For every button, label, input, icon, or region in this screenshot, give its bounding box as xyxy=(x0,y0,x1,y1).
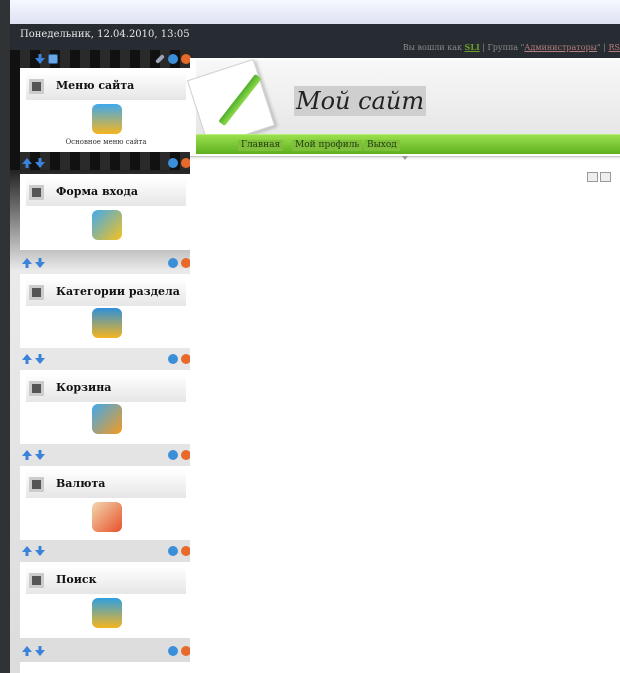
sidebar: Меню сайта Основное меню сайта Форма вхо… xyxy=(10,50,192,673)
move-down-icon[interactable] xyxy=(35,646,45,656)
block-card: Форма входа xyxy=(20,174,192,250)
block-card: Поиск xyxy=(20,562,192,638)
group-separator: | Группа " xyxy=(482,43,525,52)
bullet-icon xyxy=(32,576,41,585)
move-down-icon[interactable] xyxy=(35,450,45,460)
gear-icon[interactable] xyxy=(168,646,178,656)
site-header: Мой сайт xyxy=(186,58,620,148)
block-controls xyxy=(20,52,192,66)
top-bar xyxy=(10,0,620,24)
outer-frame xyxy=(0,0,10,673)
gear-icon[interactable] xyxy=(168,258,178,268)
gear-icon[interactable] xyxy=(168,546,178,556)
key-icon xyxy=(92,210,122,240)
move-down-icon[interactable] xyxy=(35,158,45,168)
move-down-icon[interactable] xyxy=(35,546,45,556)
block-controls xyxy=(20,544,192,558)
bullet-icon xyxy=(32,480,41,489)
gear-icon[interactable] xyxy=(168,450,178,460)
block-caption: Основное меню сайта xyxy=(65,138,147,146)
block-card: Корзина xyxy=(20,370,192,444)
move-down-icon[interactable] xyxy=(35,354,45,364)
print-icon[interactable] xyxy=(587,172,598,182)
bell-icon xyxy=(92,104,122,134)
block-controls xyxy=(20,156,192,170)
main-nav: Главная Мой профиль Выход xyxy=(196,134,620,154)
bullet-icon xyxy=(32,288,41,297)
bullet-icon xyxy=(32,82,41,91)
block-title-bar: Поиск xyxy=(26,566,186,594)
block-title-bar: Валюта xyxy=(26,470,186,498)
nav-logout[interactable]: Выход xyxy=(364,140,400,151)
move-up-icon[interactable] xyxy=(22,354,32,364)
block-card: Меню сайта Основное меню сайта xyxy=(20,68,192,152)
login-info: Вы вошли как SLI | Группа "Администратор… xyxy=(403,42,620,52)
block-title-bar: Категории раздела xyxy=(26,278,186,306)
block-controls xyxy=(20,644,192,658)
block-controls xyxy=(20,256,192,270)
gear-icon[interactable] xyxy=(168,354,178,364)
group-link[interactable]: Администраторы xyxy=(524,43,597,52)
date-text: Понедельник, 12.04.2010, 13:05 xyxy=(20,29,190,40)
move-down-icon[interactable] xyxy=(35,258,45,268)
block-card: Категории раздела xyxy=(20,274,192,348)
bullet-icon xyxy=(32,188,41,197)
block-title-bar: Корзина xyxy=(26,374,186,402)
username-link[interactable]: SLI xyxy=(465,42,480,52)
move-up-icon[interactable] xyxy=(22,646,32,656)
block-title: Корзина xyxy=(56,381,112,394)
gear-icon[interactable] xyxy=(168,54,178,64)
main-content: Мой сайт Главная Мой профиль Выход xyxy=(186,58,620,673)
group-end: " | xyxy=(597,43,606,52)
block-controls xyxy=(20,352,192,366)
coins-icon xyxy=(92,502,122,532)
block-card xyxy=(20,662,192,673)
move-down-icon[interactable] xyxy=(35,54,45,64)
layers-icon xyxy=(92,308,122,338)
grid-icon[interactable] xyxy=(48,54,58,64)
nav-profile[interactable]: Мой профиль xyxy=(292,140,363,151)
nav-home[interactable]: Главная xyxy=(238,140,284,151)
move-up-icon[interactable] xyxy=(22,450,32,460)
block-title: Форма входа xyxy=(56,185,138,198)
block-card: Валюта xyxy=(20,466,192,540)
move-up-icon[interactable] xyxy=(22,546,32,556)
wrench-icon[interactable] xyxy=(155,54,165,64)
login-prefix: Вы вошли как xyxy=(402,43,462,52)
site-title[interactable]: Мой сайт xyxy=(294,86,427,116)
block-title-bar: Меню сайта xyxy=(26,72,186,100)
block-title: Валюта xyxy=(56,477,106,490)
block-title: Категории раздела xyxy=(56,285,180,298)
chevron-down-icon xyxy=(402,156,408,160)
move-up-icon[interactable] xyxy=(22,258,32,268)
move-up-icon[interactable] xyxy=(22,158,32,168)
bullet-icon xyxy=(32,384,41,393)
block-title-bar: Форма входа xyxy=(26,178,186,206)
mail-icon[interactable] xyxy=(600,172,611,182)
search-icon xyxy=(92,598,122,628)
rss-link[interactable]: RS xyxy=(608,43,620,52)
block-title: Поиск xyxy=(56,573,97,586)
gear-icon[interactable] xyxy=(168,158,178,168)
block-title: Меню сайта xyxy=(56,79,135,92)
block-controls xyxy=(20,448,192,462)
basket-icon xyxy=(92,404,122,434)
